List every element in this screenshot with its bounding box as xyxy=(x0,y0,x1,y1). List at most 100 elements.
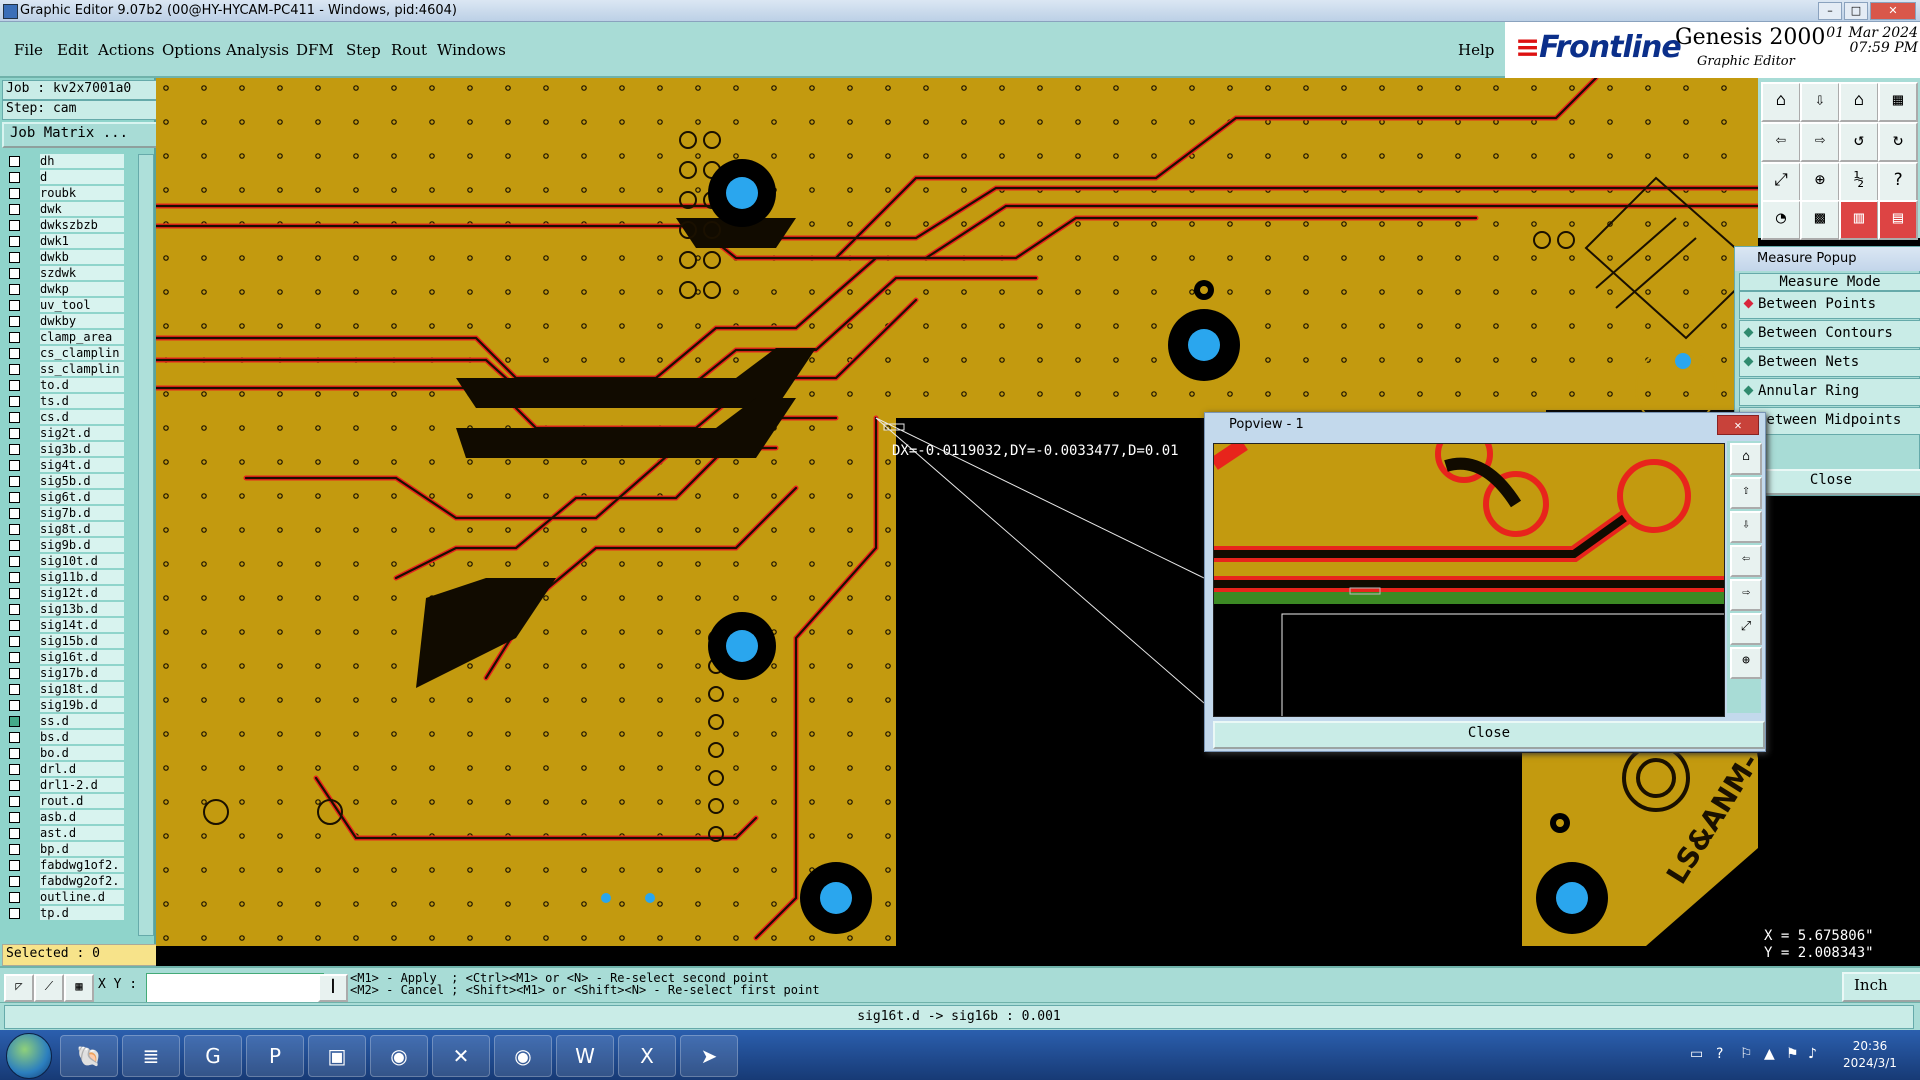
help-icon[interactable]: ? xyxy=(1878,162,1918,202)
layer-checkbox[interactable] xyxy=(9,620,20,631)
layer-checkbox[interactable] xyxy=(9,892,20,903)
layer-row[interactable]: asb.d◢ xyxy=(2,810,140,825)
floppy-icon[interactable]: ▣ xyxy=(308,1035,366,1077)
layer-row[interactable]: fabdwg1of2. xyxy=(2,858,140,873)
mode-annular-ring[interactable]: Annular Ring xyxy=(1739,378,1920,406)
layer-checkbox[interactable] xyxy=(9,364,20,375)
layer-name[interactable]: d xyxy=(40,170,124,184)
pv-pan-up-icon[interactable]: ⇧ xyxy=(1730,477,1762,509)
excel-icon[interactable]: X xyxy=(618,1035,676,1077)
layer-name[interactable]: uv_tool xyxy=(40,298,124,312)
grid-mode-icon[interactable]: ▦ xyxy=(64,974,94,1002)
layer-name[interactable]: sig13b.d◢ xyxy=(40,602,124,616)
start-button[interactable] xyxy=(6,1033,52,1079)
layer-name[interactable]: sig12t.d◢ xyxy=(40,586,124,600)
mode-between-points[interactable]: Between Points xyxy=(1739,291,1920,319)
layer-checkbox[interactable] xyxy=(9,828,20,839)
layer-name[interactable]: bo.d◢ xyxy=(40,746,124,760)
layer-checkbox[interactable] xyxy=(9,540,20,551)
layer-checkbox[interactable] xyxy=(9,348,20,359)
layer-row[interactable]: d xyxy=(2,170,140,185)
pv-pan-right-icon[interactable]: ⇨ xyxy=(1730,579,1762,611)
layer-row[interactable]: bo.d◢ xyxy=(2,746,140,761)
pan-right-icon[interactable]: ⇨ xyxy=(1800,122,1840,162)
mode-between-contours[interactable]: Between Contours xyxy=(1739,320,1920,348)
layer-row[interactable]: dwk1 xyxy=(2,234,140,249)
foxit-icon[interactable]: G xyxy=(184,1035,242,1077)
layer-checkbox[interactable] xyxy=(9,748,20,759)
layer-name[interactable]: sig9b.d◢ xyxy=(40,538,124,552)
layer-row[interactable]: sig18t.d◢ xyxy=(2,682,140,697)
layer-row[interactable]: sig10t.d◢ xyxy=(2,554,140,569)
layer-name[interactable]: dwkby xyxy=(40,314,124,328)
show-hidden-icon[interactable]: ▲ xyxy=(1764,1046,1775,1062)
pv-zoom-icon[interactable]: ⊕ xyxy=(1730,647,1762,679)
layer-name[interactable]: drl1-2.d xyxy=(40,778,124,792)
layer-checkbox[interactable] xyxy=(9,716,20,727)
minimize-button[interactable]: – xyxy=(1818,2,1842,20)
layer-name[interactable]: bp.d xyxy=(40,842,124,856)
layer-checkbox[interactable] xyxy=(9,588,20,599)
layer-name[interactable]: drl.d xyxy=(40,762,124,776)
layer-row[interactable]: ts.d xyxy=(2,394,140,409)
layer-name[interactable]: clamp_area xyxy=(40,330,124,344)
layer-row[interactable]: dwkb xyxy=(2,250,140,265)
layer-name[interactable]: sig10t.d◢ xyxy=(40,554,124,568)
units-select[interactable]: Inch xyxy=(1842,972,1920,1002)
layer-name[interactable]: cs.d◢ xyxy=(40,410,124,424)
popview-close-button[interactable]: Close xyxy=(1213,721,1765,749)
pan-down-icon[interactable]: ⇩ xyxy=(1800,82,1840,122)
layer-checkbox[interactable] xyxy=(9,284,20,295)
layer-name[interactable]: sig14t.d◢ xyxy=(40,618,124,632)
layer-checkbox[interactable] xyxy=(9,684,20,695)
menu-edit[interactable]: Edit xyxy=(57,41,88,59)
arrow-app-icon[interactable]: ➤ xyxy=(680,1035,738,1077)
layer-name[interactable]: dwk xyxy=(40,202,124,216)
layer-name[interactable]: ast.d◢ xyxy=(40,826,124,840)
xy-input[interactable] xyxy=(146,973,324,1003)
layer-checkbox[interactable] xyxy=(9,796,20,807)
menu-rout[interactable]: Rout xyxy=(391,41,427,59)
layer-name[interactable]: asb.d◢ xyxy=(40,810,124,824)
network-tray-icon[interactable]: ⚐ xyxy=(1740,1046,1753,1062)
help-tray-icon[interactable]: ? xyxy=(1716,1046,1723,1062)
pv-pan-down-icon[interactable]: ⇩ xyxy=(1730,511,1762,543)
measure-close-button[interactable]: Close xyxy=(1739,469,1920,495)
layer-checkbox[interactable] xyxy=(9,876,20,887)
layer-row[interactable]: szdwk xyxy=(2,266,140,281)
pv-pan-left-icon[interactable]: ⇦ xyxy=(1730,545,1762,577)
layer-checkbox[interactable] xyxy=(9,252,20,263)
volume-tray-icon[interactable]: ♪ xyxy=(1808,1046,1817,1062)
home-icon[interactable]: ⌂ xyxy=(1839,82,1879,122)
layer-row[interactable]: tp.d xyxy=(2,906,140,921)
layer-toggle-icon[interactable]: ▥ xyxy=(1839,200,1879,240)
pan-left-icon[interactable]: ⇦ xyxy=(1761,122,1801,162)
keyboard-tray-icon[interactable]: ▭ xyxy=(1690,1046,1703,1062)
features-toggle-icon[interactable]: ▤ xyxy=(1878,200,1918,240)
pv-fit-icon[interactable]: ⤢ xyxy=(1730,613,1762,645)
scale-1to2-icon[interactable]: ½ xyxy=(1839,162,1879,202)
mode-between-nets[interactable]: Between Nets xyxy=(1739,349,1920,377)
grid-view-icon[interactable]: ▦ xyxy=(1878,82,1918,122)
snap-mode-icon[interactable]: ⟋ xyxy=(34,974,64,1002)
close-window-button[interactable]: ✕ xyxy=(1870,2,1916,20)
layer-row[interactable]: sig7b.d◢ xyxy=(2,506,140,521)
layer-row[interactable]: drl1-2.d xyxy=(2,778,140,793)
job-matrix-button[interactable]: Job Matrix ... xyxy=(2,122,162,148)
layer-checkbox[interactable] xyxy=(9,428,20,439)
menu-actions[interactable]: Actions xyxy=(98,41,154,59)
layer-checkbox[interactable] xyxy=(9,732,20,743)
layer-checkbox[interactable] xyxy=(9,700,20,711)
layer-checkbox[interactable] xyxy=(9,572,20,583)
layer-row[interactable]: ss_clamplin xyxy=(2,362,140,377)
layer-name[interactable]: dwkb xyxy=(40,250,124,264)
layer-checkbox[interactable] xyxy=(9,780,20,791)
layer-row[interactable]: uv_tool xyxy=(2,298,140,313)
layer-row[interactable]: sig2t.d◢ xyxy=(2,426,140,441)
layer-checkbox[interactable] xyxy=(9,908,20,919)
layer-row[interactable]: dwk xyxy=(2,202,140,217)
layer-row[interactable]: clamp_area xyxy=(2,330,140,345)
snap-icon[interactable]: ↺ xyxy=(1839,122,1879,162)
pv-home-icon[interactable]: ⌂ xyxy=(1730,443,1762,475)
layer-name[interactable]: ts.d xyxy=(40,394,124,408)
